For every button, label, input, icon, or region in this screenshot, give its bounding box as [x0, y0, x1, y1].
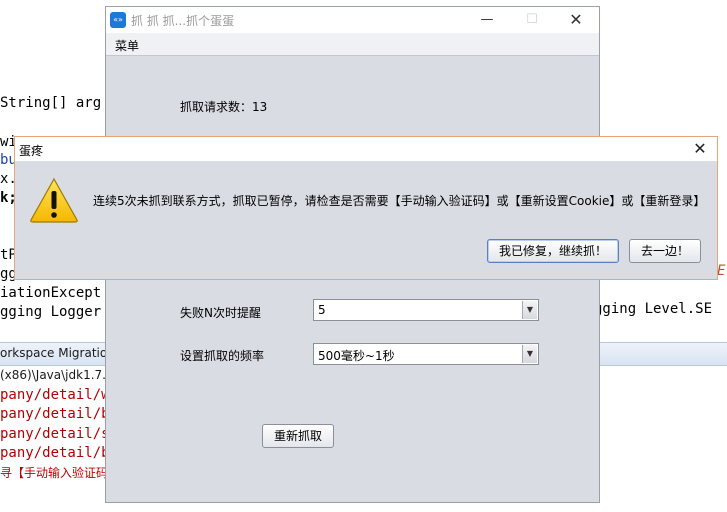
request-count-label: 抓取请求数：13 — [180, 100, 268, 114]
console-tab-title[interactable]: orkspace Migration — [0, 346, 115, 360]
frequency-select[interactable]: 500毫秒~1秒 ▼ — [313, 343, 539, 365]
dialog-titlebar[interactable]: 蛋疼 ✕ — [15, 137, 717, 161]
alert-dialog: 蛋疼 ✕ 连续5次未抓到联系方式，抓取已暂停，请检查是否需要【手动输入验证码】或… — [14, 136, 718, 280]
console-line: pany/detail/w — [0, 387, 110, 403]
console-line: pany/detail/b — [0, 406, 110, 423]
main-titlebar[interactable]: «» 抓 抓 抓...抓个蛋蛋 — ☐ ✕ — [106, 7, 599, 33]
menu-bar: 菜单 — [106, 33, 599, 56]
code-fragment-edge: E — [717, 263, 726, 279]
chevron-down-icon[interactable]: ▼ — [522, 301, 537, 319]
window-title: 抓 抓 抓...抓个蛋蛋 — [131, 14, 235, 28]
code-line: iationExcept — [0, 285, 102, 301]
fail-threshold-select[interactable]: 5 ▼ — [313, 299, 539, 321]
maximize-button[interactable]: ☐ — [514, 9, 550, 31]
console-last-line: 寻【手动输入验证码】 — [0, 466, 121, 480]
frequency-value: 500毫秒~1秒 — [318, 349, 395, 363]
menu-item-menu[interactable]: 菜单 — [115, 37, 139, 54]
chevron-down-icon[interactable]: ▼ — [522, 345, 537, 363]
console-line: pany/detail/s — [0, 425, 110, 442]
dialog-title: 蛋疼 — [19, 144, 44, 158]
fail-threshold-label: 失败N次时提醒 — [180, 306, 261, 320]
continue-button[interactable]: 我已修复，继续抓！ — [487, 239, 619, 263]
frequency-label: 设置抓取的频率 — [180, 349, 265, 363]
code-line: gging Logger — [0, 304, 102, 320]
close-button[interactable]: ✕ — [558, 9, 594, 31]
code-line: String[] arg — [0, 95, 102, 111]
dialog-close-button[interactable]: ✕ — [689, 138, 711, 160]
restart-button[interactable]: 重新抓取 — [262, 424, 334, 448]
dismiss-button[interactable]: 去一边！ — [629, 239, 701, 263]
dialog-message: 连续5次未抓到联系方式，抓取已暂停，请检查是否需要【手动输入验证码】或【重新设置… — [93, 194, 706, 208]
fail-threshold-value: 5 — [318, 303, 326, 317]
warning-icon — [30, 177, 78, 223]
console-path: (x86)\Java\jdk1.7.0 — [0, 368, 114, 382]
minimize-button[interactable]: — — [469, 9, 505, 31]
console-line: pany/detail/b — [0, 444, 110, 461]
code-fragment-right: gging Level.SE — [594, 301, 713, 317]
app-icon: «» — [110, 12, 126, 28]
